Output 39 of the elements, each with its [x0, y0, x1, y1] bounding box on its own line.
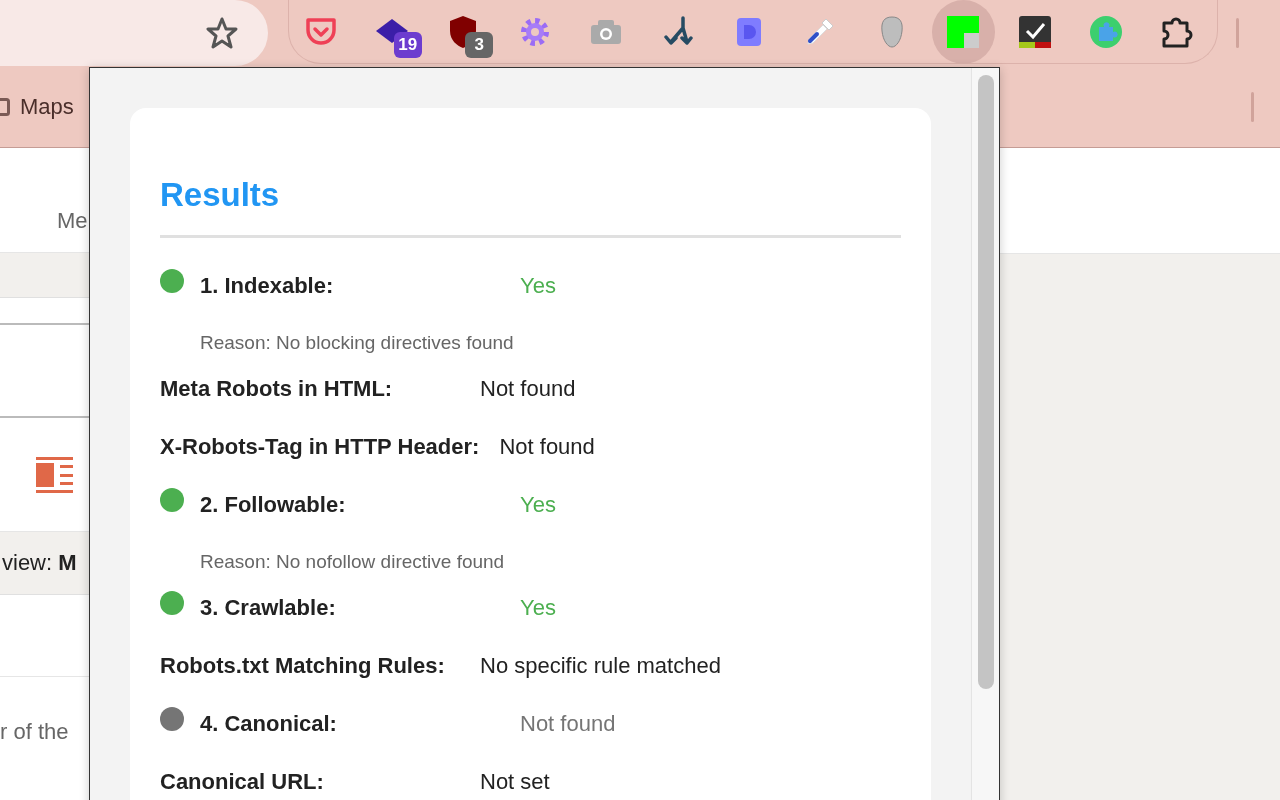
detail-value: Not set: [480, 768, 550, 796]
detail-value: Not found: [480, 375, 576, 403]
reason-text: Reason: No nofollow directive found: [200, 550, 506, 574]
scrollbar-thumb[interactable]: [977, 75, 994, 689]
detail-label: Canonical URL:: [160, 768, 325, 796]
article-icon: [36, 456, 73, 493]
check-value: Yes: [520, 272, 556, 300]
check-value: Yes: [520, 594, 556, 622]
detail-label: Robots.txt Matching Rules:: [160, 652, 446, 680]
check-label: 1. Indexable:: [200, 272, 335, 300]
merge-arrows-icon: [662, 15, 693, 48]
count-badge: 3: [465, 31, 494, 58]
bookmark-item[interactable]: Maps: [0, 94, 74, 120]
reason-text: Reason: No blocking directives found: [200, 331, 515, 355]
extension-button[interactable]: 3: [431, 0, 496, 64]
check-label: 4. Canonical:: [200, 710, 338, 738]
checkmark-icon: [1018, 15, 1051, 48]
body-text: r of the: [0, 719, 69, 745]
squares-icon: [947, 15, 980, 48]
check-value: Yes: [520, 491, 556, 519]
count-badge: 19: [393, 31, 422, 58]
mask-icon: [879, 15, 904, 48]
puzzle-piece-icon: [1090, 15, 1122, 48]
extension-button[interactable]: 19: [360, 0, 424, 64]
document-icon: [736, 16, 763, 47]
check-label: 2. Followable:: [200, 491, 347, 519]
detail-value: No specific rule matched: [480, 652, 721, 680]
view-label: view: M: [2, 550, 77, 576]
check-value: Not found: [520, 710, 616, 738]
detail-label: X-Robots-Tag in HTTP Header:: [160, 433, 480, 461]
gear-icon: [518, 15, 551, 48]
pocket-icon: [304, 16, 337, 47]
camera-icon: [590, 18, 623, 45]
results-title: Results: [160, 176, 281, 214]
star-icon[interactable]: [206, 17, 238, 49]
detail-value: Not found: [499, 433, 595, 461]
tab-text: Me: [57, 208, 88, 234]
detail-label: Meta Robots in HTML:: [160, 375, 394, 403]
check-label: 3. Crawlable:: [200, 594, 337, 622]
